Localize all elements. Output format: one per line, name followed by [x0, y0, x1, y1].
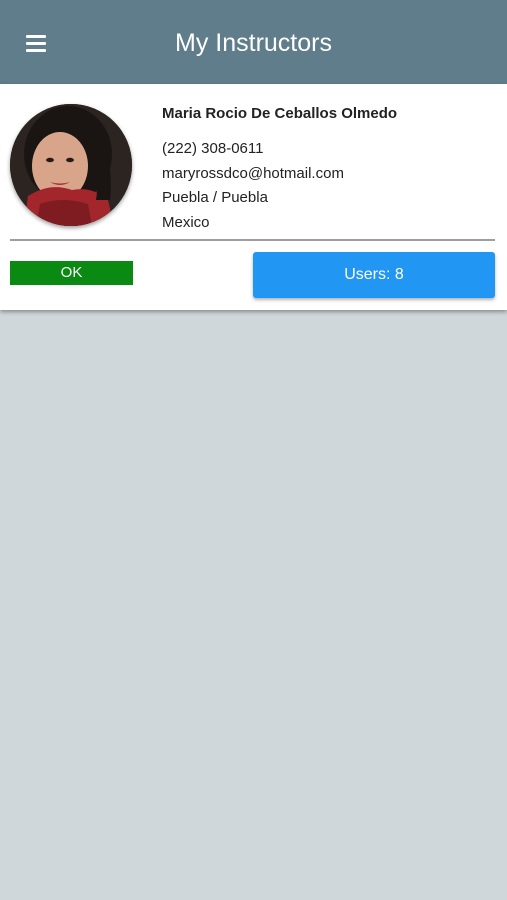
instructor-email: maryrossdco@hotmail.com [162, 164, 344, 182]
instructor-name: Maria Rocio De Ceballos Olmedo [162, 105, 398, 122]
avatar[interactable] [10, 104, 132, 226]
instructor-phone: (222) 308-0611 [162, 140, 264, 157]
instructor-location: Puebla / Puebla [162, 189, 268, 206]
instructor-country: Mexico [162, 213, 210, 231]
app-header: My Instructors [0, 0, 507, 84]
card-divider [10, 239, 495, 241]
page-title: My Instructors [175, 29, 332, 57]
avatar-photo [10, 104, 132, 226]
status-badge: OK [10, 261, 133, 285]
instructor-info: Maria Rocio De Ceballos Olmedo (222) 308… [162, 104, 397, 235]
instructor-card: Maria Rocio De Ceballos Olmedo (222) 308… [0, 84, 507, 310]
users-button[interactable]: Users: 8 [253, 252, 495, 298]
